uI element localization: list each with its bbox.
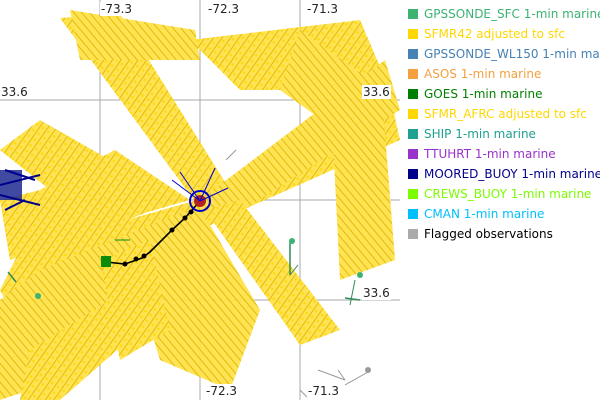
legend-swatch — [408, 149, 418, 159]
legend-label: CMAN 1-min marine — [424, 207, 545, 221]
legend-label: SHIP 1-min marine — [424, 127, 536, 141]
lat-tick-right-1: 33.6 — [362, 85, 391, 99]
legend-item-gpssonde-sfc[interactable]: GPSSONDE_SFC 1-min marine — [408, 4, 600, 24]
legend-label: CREWS_BUOY 1-min marine — [424, 187, 592, 201]
legend-label: GPSSONDE_SFC 1-min marine — [424, 7, 600, 21]
legend-swatch — [408, 29, 418, 39]
map-canvas — [0, 0, 400, 400]
lon-tick-bottom-1: -72.3 — [205, 384, 239, 398]
legend-swatch — [408, 229, 418, 239]
legend-label: GPSSONDE_WL150 1-min marine — [424, 47, 600, 61]
legend-swatch — [408, 209, 418, 219]
legend-label: ASOS 1-min marine — [424, 67, 542, 81]
legend-label: MOORED_BUOY 1-min marine — [424, 167, 600, 181]
legend-swatch — [408, 109, 418, 119]
legend-item-goes[interactable]: GOES 1-min marine — [408, 84, 598, 104]
legend-swatch — [408, 129, 418, 139]
legend-item-sfmr-afrc[interactable]: SFMR_AFRC adjusted to sfc — [408, 104, 598, 124]
legend-swatch — [408, 169, 418, 179]
legend-item-sfmr42[interactable]: SFMR42 adjusted to sfc — [408, 24, 598, 44]
legend-label: TTUHRT 1-min marine — [424, 147, 556, 161]
legend-swatch — [408, 69, 418, 79]
legend-label: SFMR_AFRC adjusted to sfc — [424, 107, 587, 121]
legend-swatch — [408, 89, 418, 99]
legend-item-ttuhrt[interactable]: TTUHRT 1-min marine — [408, 144, 598, 164]
legend-item-crews-buoy[interactable]: CREWS_BUOY 1-min marine — [408, 184, 598, 204]
legend-swatch — [408, 189, 418, 199]
legend-item-ship[interactable]: SHIP 1-min marine — [408, 124, 598, 144]
lon-tick-top-1: -73.3 — [100, 2, 134, 16]
legend-swatch — [408, 9, 418, 19]
lat-tick-right-2: 33.6 — [362, 286, 391, 300]
legend-swatch — [408, 49, 418, 59]
legend-label: GOES 1-min marine — [424, 87, 543, 101]
observation-map[interactable]: -73.3 -72.3 -71.3 -72.3 -71.3 33.6 33.6 … — [0, 0, 400, 400]
lon-tick-top-3: -71.3 — [306, 2, 340, 16]
lat-tick-left: 33.6 — [0, 85, 29, 99]
legend-item-cman[interactable]: CMAN 1-min marine — [408, 204, 598, 224]
lon-tick-top-2: -72.3 — [207, 2, 241, 16]
legend-item-asos[interactable]: ASOS 1-min marine — [408, 64, 598, 84]
legend-item-gpssonde-wl150[interactable]: GPSSONDE_WL150 1-min marine — [408, 44, 600, 64]
legend-label: SFMR42 adjusted to sfc — [424, 27, 565, 41]
map-legend: GPSSONDE_SFC 1-min marine SFMR42 adjuste… — [408, 4, 600, 244]
lon-tick-bottom-2: -71.3 — [307, 384, 341, 398]
legend-item-flagged[interactable]: Flagged observations — [408, 224, 598, 244]
legend-item-moored-buoy[interactable]: MOORED_BUOY 1-min marine — [408, 164, 600, 184]
legend-label: Flagged observations — [424, 227, 553, 241]
